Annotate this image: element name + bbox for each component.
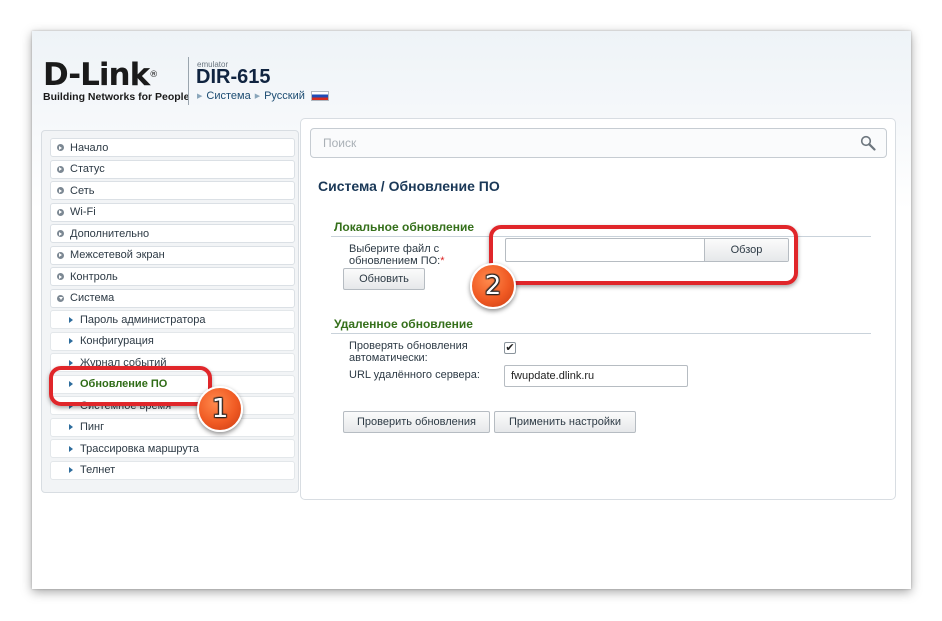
search-icon[interactable] (860, 135, 876, 151)
sidebar-subitem-label: Пароль администратора (80, 313, 206, 326)
sidebar-item-label: Сеть (70, 184, 95, 197)
url-label: URL удалённого сервера: (349, 369, 480, 381)
sidebar-item-label: Контроль (70, 270, 118, 283)
sidebar-subitem-label: Конфигурация (80, 335, 154, 347)
breadcrumb-arrow-icon: ▶ (197, 93, 203, 100)
step-badge-2: 2 (470, 263, 516, 309)
highlight-box-2 (489, 225, 798, 285)
local-update-heading: Локальное обновление (334, 220, 474, 234)
sidebar-subitem-telnet[interactable]: Телнет (50, 460, 295, 480)
auto-check-label: Проверять обновления автоматически: (349, 340, 468, 364)
triangle-right-icon (69, 338, 73, 344)
file-label-line1: Выберите файл с (349, 243, 440, 255)
highlight-box-1 (49, 366, 212, 406)
sidebar-item-status[interactable]: Статус (50, 159, 295, 179)
language-link[interactable]: Русский (264, 90, 305, 102)
logo-text: D-Link® (43, 57, 158, 93)
sidebar-item-control[interactable]: Контроль (50, 267, 295, 286)
server-url-input[interactable]: fwupdate.dlink.ru (504, 365, 688, 387)
triangle-right-icon (69, 359, 73, 366)
section-divider (331, 333, 871, 334)
model-name: DIR-615 (196, 66, 271, 88)
router-window: D-Link® Building Networks for People emu… (32, 31, 911, 589)
apply-settings-button[interactable]: Применить настройки (494, 411, 636, 433)
update-button[interactable]: Обновить (343, 268, 425, 290)
bullet-arrow-icon (57, 230, 64, 237)
step-badge-1: 1 (197, 386, 243, 432)
page-title: Система / Обновление ПО (318, 178, 500, 194)
header-divider (188, 57, 189, 105)
triangle-right-icon (69, 316, 73, 323)
sidebar-item-advanced[interactable]: Дополнительно (50, 224, 295, 243)
auto-label-line2: автоматически: (349, 352, 428, 364)
sidebar-item-label: Дополнительно (70, 227, 150, 240)
triangle-right-icon (69, 424, 73, 430)
sidebar-subitem-label: Пинг (80, 421, 105, 433)
bullet-arrow-icon (57, 208, 64, 216)
sidebar-item-label: Система (70, 292, 115, 304)
logo-tagline: Building Networks for People (43, 91, 190, 103)
sidebar-subitem-ping[interactable]: Пинг (50, 417, 295, 437)
bullet-arrow-icon (57, 187, 64, 194)
auto-check-checkbox[interactable]: ✔ (504, 342, 516, 354)
sidebar-item-system[interactable]: Система (50, 288, 295, 308)
breadcrumb-system-link[interactable]: Система (206, 90, 250, 102)
sidebar-item-firewall[interactable]: Межсетевой экран (50, 245, 295, 265)
check-updates-button[interactable]: Проверить обновления (343, 411, 490, 433)
breadcrumb: ▶ Система ▶ Русский (197, 90, 329, 102)
triangle-right-icon (69, 467, 73, 473)
sidebar-subitem-admin-password[interactable]: Пароль администратора (50, 310, 295, 329)
sidebar-subitem-label: Трассировка маршрута (80, 442, 199, 455)
main-panel: Поиск Система / Обновление ПО Локальное … (300, 118, 896, 500)
russian-flag-icon[interactable] (310, 91, 329, 101)
sidebar-subitem-configuration[interactable]: Конфигурация (50, 331, 295, 351)
sidebar-subitem-label: Телнет (80, 464, 116, 476)
sidebar-item-label: Начало (70, 141, 109, 154)
bullet-arrow-icon (57, 144, 64, 151)
bullet-arrow-icon (57, 251, 64, 259)
auto-label-line1: Проверять обновления (349, 340, 468, 352)
sidebar: Начало Статус Сеть Wi-Fi Дополнительно М… (41, 130, 299, 493)
file-label-line2: обновлением ПО:* (349, 255, 445, 267)
sidebar-subitem-traceroute[interactable]: Трассировка маршрута (50, 439, 295, 458)
sidebar-item-home[interactable]: Начало (50, 138, 295, 157)
sidebar-item-wifi[interactable]: Wi-Fi (50, 202, 295, 222)
dlink-logo[interactable]: D-Link® Building Networks for People (43, 57, 190, 104)
sidebar-item-label: Статус (70, 163, 105, 175)
triangle-right-icon (69, 445, 73, 452)
sidebar-item-label: Wi-Fi (70, 206, 96, 218)
breadcrumb-arrow-icon: ▶ (254, 93, 261, 100)
bullet-arrow-icon (57, 273, 64, 280)
search-input[interactable]: Поиск (310, 128, 887, 158)
remote-update-heading: Удаленное обновление (334, 317, 473, 331)
bullet-arrow-icon (57, 165, 64, 173)
search-placeholder: Поиск (323, 136, 357, 150)
sidebar-item-label: Межсетевой экран (70, 249, 165, 261)
file-select-label: Выберите файл с обновлением ПО:* (349, 243, 445, 267)
bullet-down-icon (57, 294, 64, 302)
sidebar-item-network[interactable]: Сеть (50, 181, 295, 200)
